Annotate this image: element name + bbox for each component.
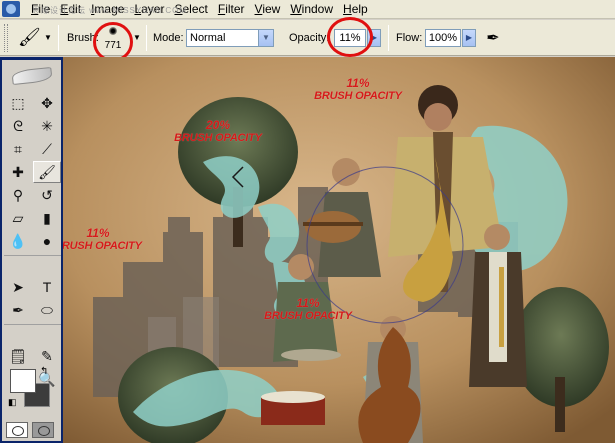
marquee-tool-icon[interactable]: ⬚	[4, 92, 32, 114]
airbrush-icon[interactable]: ✒	[481, 28, 505, 50]
menu-view[interactable]: View	[250, 0, 286, 19]
shape-tool-icon[interactable]: ⬭	[33, 299, 61, 321]
brush-icon: 🖌	[18, 27, 41, 47]
highlight-ring-brush	[93, 22, 133, 62]
toolbox: ⬚ ✥ ᘓ ✳ ⌗ ⟋ ✚ 🖌 ⚲ ↺ ▱ ▮ 💧 ● ➤ T ✒ ⬭ 🗒 ✎ …	[0, 57, 63, 443]
options-bar: 🖌 ▼ Brush: 771 ▼ Mode: Normal ▼ Opacity:…	[0, 17, 615, 62]
dodge-tool-icon[interactable]: ●	[33, 230, 61, 252]
menu-bar: File Edit Image Layer Select Filter View…	[0, 0, 615, 19]
clone-stamp-tool-icon[interactable]: ⚲	[4, 184, 32, 206]
chevron-down-icon: ▼	[258, 30, 273, 46]
brush-tool-icon[interactable]: 🖌	[33, 161, 61, 183]
menu-help[interactable]: Help	[338, 0, 373, 19]
menu-filter[interactable]: Filter	[213, 0, 250, 19]
notes-tool-icon[interactable]: 🗒	[4, 345, 32, 367]
tool-divider	[4, 255, 61, 259]
mode-label: Mode:	[153, 32, 184, 44]
annotation-opacity-left-top: 20% BRUSH OPACITY	[174, 118, 262, 145]
foreground-color-swatch[interactable]	[10, 369, 36, 393]
flow-slider-toggle[interactable]: ▶	[462, 29, 476, 47]
annotation-opacity-center: 11% BRUSH OPACITY	[264, 296, 352, 323]
brush-dropdown-chevron-icon[interactable]: ▼	[133, 33, 141, 42]
menu-window[interactable]: Window	[285, 0, 338, 19]
flow-input[interactable]: 100%	[425, 29, 461, 47]
move-tool-icon[interactable]: ✥	[33, 92, 61, 114]
type-tool-icon[interactable]: T	[33, 276, 61, 298]
blend-mode-value: Normal	[190, 32, 226, 44]
blur-tool-icon[interactable]: 💧	[4, 230, 32, 252]
tool-preset-picker[interactable]: 🖌 ▼	[12, 26, 54, 50]
document-canvas[interactable]: 11% BRUSH OPACITY 20% BRUSH OPACITY 11% …	[63, 57, 615, 443]
watermark: 思缘设计论坛 www.MISSYUAN.COM	[32, 6, 188, 15]
lasso-tool-icon[interactable]: ᘓ	[4, 115, 32, 137]
history-brush-tool-icon[interactable]: ↺	[33, 184, 61, 206]
standard-mode-icon[interactable]	[6, 422, 28, 438]
magic-wand-tool-icon[interactable]: ✳	[33, 115, 61, 137]
eyedropper-tool-icon[interactable]: ✎	[33, 345, 61, 367]
swap-colors-icon[interactable]: ↰	[40, 366, 48, 377]
quick-mask-mode-icon[interactable]	[32, 422, 54, 438]
opacity-label: Opacity:	[289, 32, 330, 44]
feather-logo-icon	[10, 66, 53, 86]
tool-grid: ⬚ ✥ ᘓ ✳ ⌗ ⟋ ✚ 🖌 ⚲ ↺ ▱ ▮ 💧 ● ➤ T ✒ ⬭ 🗒 ✎ …	[2, 92, 61, 390]
default-colors-icon[interactable]: ◧	[8, 397, 17, 408]
highlight-ring-opacity	[327, 17, 373, 57]
slice-tool-icon[interactable]: ⟋	[33, 138, 61, 160]
eraser-tool-icon[interactable]: ▱	[4, 207, 32, 229]
chevron-down-icon: ▼	[44, 33, 52, 42]
healing-brush-tool-icon[interactable]: ✚	[4, 161, 32, 183]
separator	[58, 25, 59, 51]
path-selection-tool-icon[interactable]: ➤	[4, 276, 32, 298]
annotation-opacity-left: 11% BRUSH OPACITY	[63, 226, 142, 253]
crop-tool-icon[interactable]: ⌗	[4, 138, 32, 160]
color-swatches: ↰ ◧	[8, 365, 58, 409]
options-bar-grip[interactable]	[4, 24, 8, 52]
separator	[146, 25, 147, 51]
photoshop-logo-icon[interactable]	[2, 1, 20, 17]
flow-label: Flow:	[396, 32, 423, 44]
pen-tool-icon[interactable]: ✒	[4, 299, 32, 321]
blend-mode-select[interactable]: Normal ▼	[186, 29, 274, 47]
gradient-tool-icon[interactable]: ▮	[33, 207, 61, 229]
toolbox-header[interactable]	[2, 60, 61, 92]
mask-mode-buttons	[6, 422, 58, 440]
tool-divider	[4, 324, 61, 328]
separator	[388, 25, 389, 51]
annotation-opacity-top: 11% BRUSH OPACITY	[314, 76, 402, 103]
